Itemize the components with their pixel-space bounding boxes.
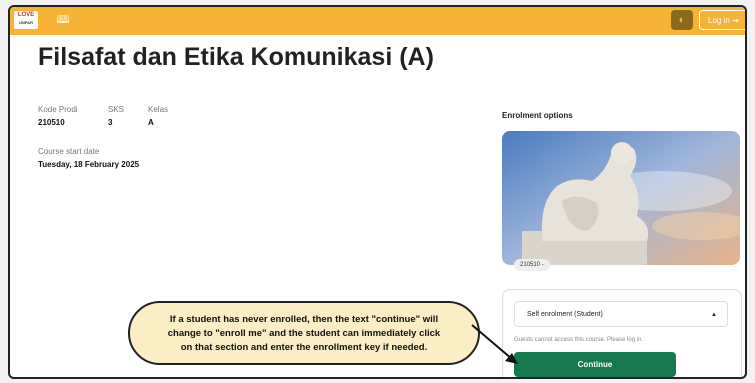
callout-arrow: [471, 324, 518, 364]
browser-frame: LOVE UNPAR 🕮 ◐ Log in ⇥ Filsafat dan Eti…: [8, 5, 747, 379]
